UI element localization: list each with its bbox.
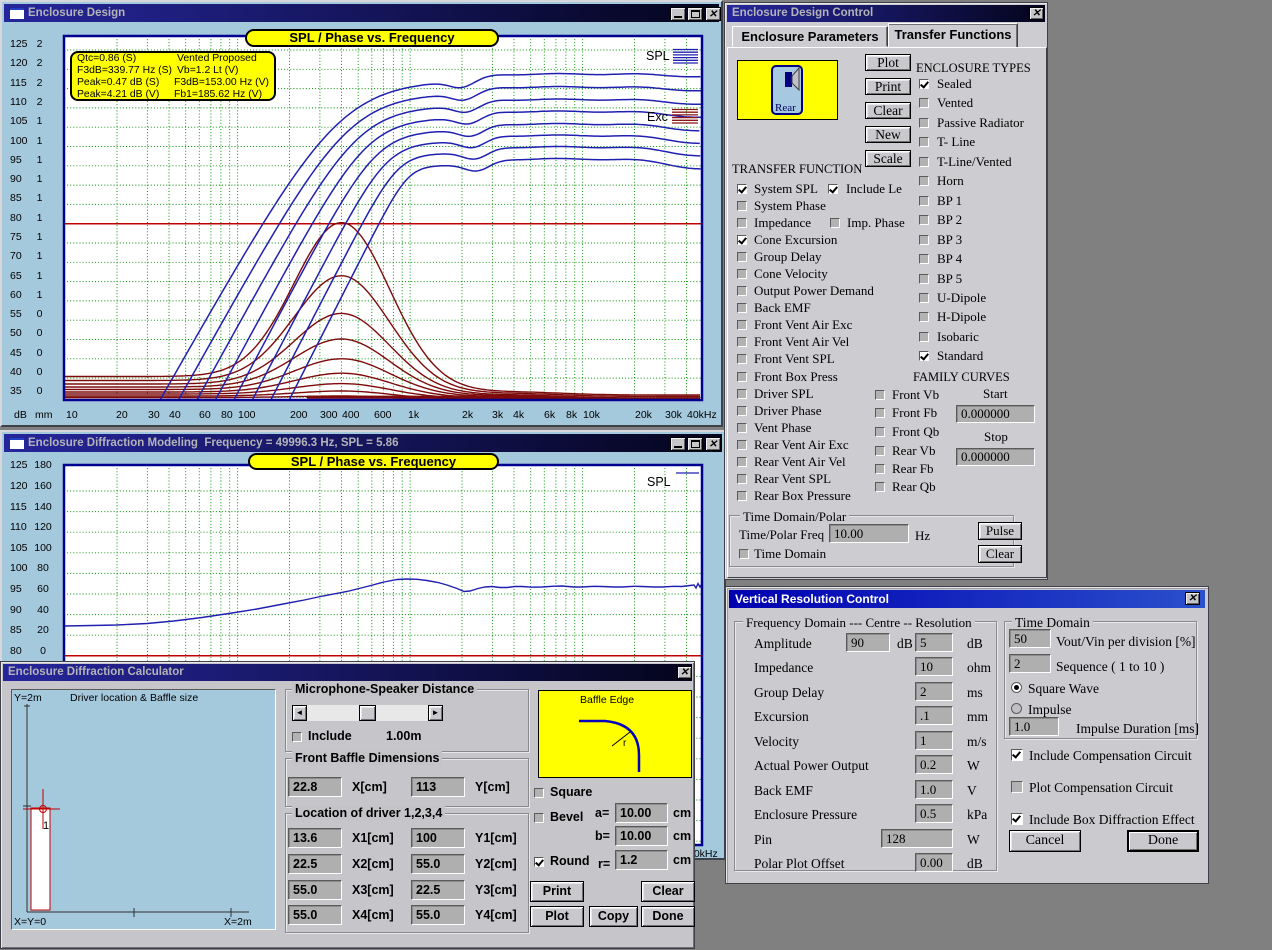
svg-text:SPL: SPL [646, 49, 670, 63]
svg-text:1: 1 [43, 820, 49, 832]
svg-text:Exc: Exc [647, 110, 668, 124]
svg-text:SPL: SPL [647, 475, 671, 489]
svg-text:Rear: Rear [775, 102, 796, 113]
svg-text:r: r [623, 738, 627, 749]
